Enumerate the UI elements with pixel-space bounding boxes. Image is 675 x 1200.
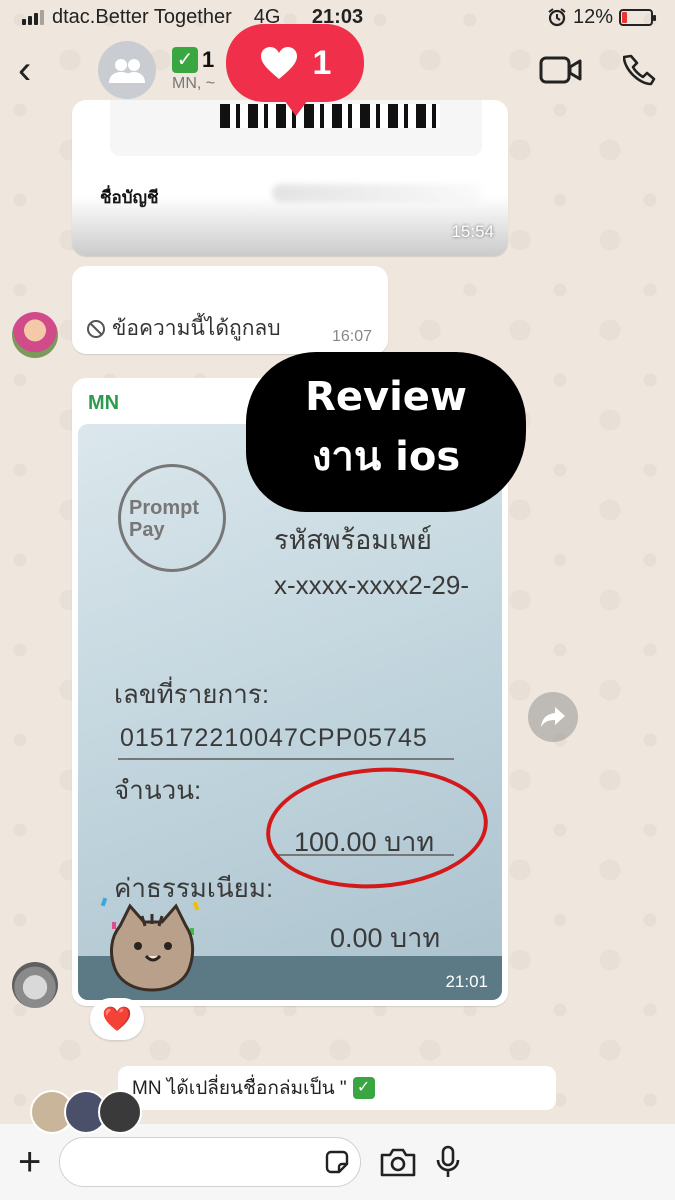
check-mark-icon: ✓ xyxy=(352,1077,375,1099)
message-input-wrap xyxy=(59,1137,362,1187)
image-shade xyxy=(72,196,508,256)
reference-underline xyxy=(118,758,454,760)
battery-icon xyxy=(619,8,656,26)
sender-name: MN xyxy=(88,392,120,414)
plus-icon[interactable]: + xyxy=(18,1142,41,1182)
promptpay-logo-text-1: Prompt xyxy=(129,497,199,519)
promptpay-logo-text-2: Pay xyxy=(129,519,165,541)
group-icon xyxy=(109,59,145,83)
reference-number: 015172210047CPP05745 xyxy=(120,724,428,752)
promptpay-id: x-xxxx-xxxx2-29- xyxy=(274,570,470,600)
system-message-text: MN ได้เปลี่ยนชื่อกล่มเป็น " xyxy=(132,1078,347,1099)
microphone-icon[interactable] xyxy=(435,1145,461,1179)
forward-button[interactable] xyxy=(528,692,578,742)
qr-image-message[interactable]: ชื่อบัญชี 15:54 xyxy=(72,100,508,256)
promptpay-id-label: รหัสพร้อมเพย์ xyxy=(274,525,432,555)
status-left: dtac.Better Together 4G xyxy=(22,6,280,29)
viewer-avatar xyxy=(98,1090,142,1134)
battery-percent: 12% xyxy=(572,5,613,28)
alarm-icon xyxy=(548,8,566,27)
video-call-icon[interactable] xyxy=(539,55,583,85)
message-time: 21:01 xyxy=(445,972,488,991)
signal-icon xyxy=(22,9,44,25)
promptpay-logo: Prompt Pay xyxy=(118,464,226,572)
forward-icon xyxy=(541,707,565,727)
message-time: 15:54 xyxy=(451,222,494,241)
sticker-icon[interactable] xyxy=(323,1148,351,1176)
fee-value: 0.00 บาท xyxy=(330,923,441,953)
message-input[interactable] xyxy=(59,1137,362,1187)
back-icon[interactable]: ‹ xyxy=(18,50,58,90)
deleted-label: ข้อความนี้ได้ถูกลบ xyxy=(112,317,281,340)
deleted-message[interactable]: ข้อความนี้ได้ถูกลบ 16:07 xyxy=(72,266,388,354)
reference-label: เลขที่รายการ: xyxy=(114,679,270,709)
voice-call-icon[interactable] xyxy=(623,53,657,87)
sender-avatar[interactable] xyxy=(12,962,58,1008)
review-overlay-badge: Review งาน ios xyxy=(246,352,526,512)
blocked-icon xyxy=(87,319,105,338)
message-reaction[interactable]: ❤️ xyxy=(90,998,144,1040)
message-time: 16:07 xyxy=(331,328,372,345)
like-count-badge: 1 xyxy=(226,24,364,116)
camera-icon[interactable] xyxy=(379,1147,417,1177)
review-subtitle: งาน ios xyxy=(311,434,461,480)
check-mark-icon: ✓ xyxy=(172,47,198,73)
heart-icon xyxy=(260,47,297,79)
cat-sticker xyxy=(100,897,200,992)
like-count: 1 xyxy=(312,43,332,82)
highlight-circle xyxy=(262,760,492,896)
status-right: 12% xyxy=(547,5,656,29)
sender-avatar[interactable] xyxy=(12,312,58,358)
review-title: Review xyxy=(305,374,467,420)
group-title-start: 1 xyxy=(202,47,215,72)
group-avatar[interactable] xyxy=(98,41,156,99)
message-composer: + xyxy=(0,1124,675,1200)
header-actions xyxy=(539,53,657,87)
amount-label: จำนวน: xyxy=(114,775,202,805)
system-message: MN ได้เปลี่ยนชื่อกล่มเป็น " ✓ xyxy=(118,1066,556,1110)
deleted-message-text: ข้อความนี้ได้ถูกลบ xyxy=(86,312,281,345)
carrier-name: dtac.Better Together xyxy=(52,5,232,28)
viewer-avatars xyxy=(30,1090,142,1134)
